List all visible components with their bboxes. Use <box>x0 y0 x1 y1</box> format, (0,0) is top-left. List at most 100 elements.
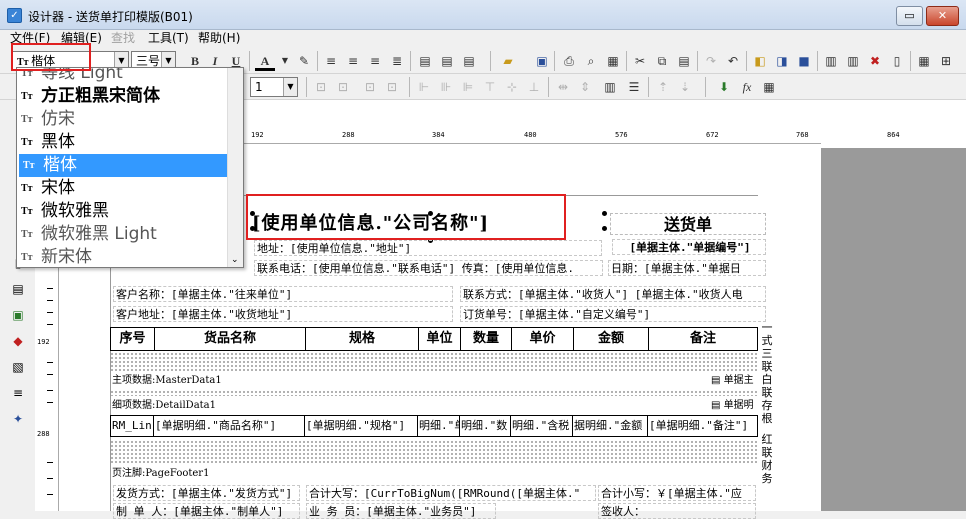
save-icon[interactable]: ▣ <box>532 51 552 71</box>
frame-icon[interactable]: ⊡ <box>382 77 402 97</box>
detail-cell[interactable]: 明细."含税 <box>511 415 573 437</box>
font-option-selected[interactable]: Tт 楷体 <box>19 154 229 177</box>
memo-tool-icon[interactable]: ▤ <box>9 280 27 298</box>
copy-icon[interactable]: ⧉ <box>652 51 672 71</box>
space-horiz-icon[interactable]: ⇹ <box>553 77 573 97</box>
detail-cell[interactable]: [单据明细."备注"] <box>648 415 758 437</box>
insert-field-icon[interactable]: ⬇ <box>714 77 734 97</box>
shape-tool-icon[interactable]: ◆ <box>9 332 27 350</box>
menu-help[interactable]: 帮助(H) <box>198 30 240 47</box>
maker-field[interactable]: 制 单 人：[单据主体."制单人"] <box>113 503 300 519</box>
salesman-field[interactable]: 业 务 员：[单据主体."业务员"] <box>306 503 496 519</box>
detail-cell[interactable]: RM_Lin <box>110 415 154 437</box>
highlight-pen-icon[interactable]: ✎ <box>294 51 314 71</box>
doc-number-field[interactable]: [单据主体."单据编号"] <box>612 239 766 255</box>
undo-icon[interactable]: ↶ <box>723 51 743 71</box>
delete-band-icon[interactable]: ✖ <box>865 51 885 71</box>
align-objects-left-icon[interactable]: ⊩ <box>414 77 434 97</box>
font-option[interactable]: Tт 新宋体 <box>17 246 227 267</box>
detail-cell[interactable]: 据明细."金额 <box>573 415 648 437</box>
bring-forward-icon[interactable]: ⇡ <box>653 77 673 97</box>
menu-tools[interactable]: 工具(T) <box>148 30 189 47</box>
align-right-icon[interactable]: ≡ <box>365 51 385 71</box>
align-left-icon[interactable]: ≡ <box>321 51 341 71</box>
barcode-tool-icon[interactable]: ✦ <box>9 410 27 428</box>
header-cell[interactable]: 金额 <box>574 328 649 350</box>
total-lower-field[interactable]: 合计小写：￥[单据主体."应 <box>598 485 756 501</box>
function-icon[interactable]: fx <box>737 77 757 97</box>
detail-cell[interactable]: [单据明细."商品名称"] <box>154 415 305 437</box>
print-preview-icon[interactable]: ⌕ <box>581 51 601 71</box>
document-title-field[interactable]: 送货单 <box>610 213 766 235</box>
align-justify-icon[interactable]: ≣ <box>387 51 407 71</box>
subreport-tool-icon[interactable]: ▧ <box>9 358 27 376</box>
font-option[interactable]: Tт 微软雅黑 Light <box>17 223 227 246</box>
valign-bottom-icon[interactable]: ▤ <box>459 51 479 71</box>
send-backward-icon[interactable]: ⇣ <box>675 77 695 97</box>
paste-icon[interactable]: ▤ <box>674 51 694 71</box>
picture-tool-icon[interactable]: ▣ <box>9 306 27 324</box>
master-band-label[interactable]: 主项数据:MasterData1 <box>112 374 222 388</box>
frame-icon[interactable]: ⊡ <box>360 77 380 97</box>
font-option[interactable]: Tт 黑体 <box>17 131 227 154</box>
header-cell[interactable]: 数量 <box>461 328 512 350</box>
header-cell[interactable]: 单位 <box>419 328 461 350</box>
line-width-arrow-icon[interactable]: ▼ <box>283 78 297 96</box>
align-objects-bottom-icon[interactable]: ⊥ <box>524 77 544 97</box>
footer-band-label[interactable]: 页注脚:PageFooter1 <box>112 467 209 481</box>
new-page-icon[interactable]: ▯ <box>887 51 907 71</box>
ship-method-field[interactable]: 发货方式：[单据主体."发货方式"] <box>113 485 300 501</box>
align-objects-top-icon[interactable]: ⊤ <box>480 77 500 97</box>
total-upper-field[interactable]: 合计大写：[CurrToBigNum([RMRound([单据主体." <box>306 485 596 501</box>
align-objects-middle-icon[interactable]: ⊹ <box>502 77 522 97</box>
close-button[interactable]: ✕ <box>926 6 959 26</box>
line-width-combo[interactable]: 1 ▼ <box>250 77 298 97</box>
frame-icon[interactable]: ⊡ <box>333 77 353 97</box>
selection-handle[interactable] <box>602 226 607 231</box>
font-dropdown-list[interactable]: Tт 等线 Light Tт 方正粗黑宋简体 Tт 仿宋 Tт 黑体 Tт 楷体 Tт 宋体… <box>16 67 244 268</box>
space-vert-icon[interactable]: ⇕ <box>575 77 595 97</box>
header-cell[interactable]: 序号 <box>111 328 155 350</box>
scroll-down-icon[interactable]: ⌄ <box>231 255 239 265</box>
same-height-icon[interactable]: ☰ <box>624 77 644 97</box>
color-arrow-icon[interactable]: ▼ <box>275 51 295 71</box>
address-field[interactable]: 地址：[使用单位信息."地址"] <box>254 240 602 256</box>
selection-handle[interactable] <box>602 211 607 216</box>
grid-icon[interactable]: ▦ <box>914 51 934 71</box>
signer-field[interactable]: 签收人： <box>598 503 756 519</box>
font-option[interactable]: Tт 微软雅黑 <box>17 200 227 223</box>
valign-top-icon[interactable]: ▤ <box>415 51 435 71</box>
align-center-icon[interactable]: ≡ <box>343 51 363 71</box>
send-back-icon[interactable]: ◨ <box>772 51 792 71</box>
date-field[interactable]: 日期：[单据主体."单据日 <box>608 260 766 276</box>
header-cell[interactable]: 备注 <box>649 328 757 350</box>
redo-icon[interactable]: ↷ <box>701 51 721 71</box>
detail-cell[interactable]: 明细."数 <box>460 415 511 437</box>
customer-address-field[interactable]: 客户地址：[单据主体."收货地址"] <box>113 306 453 322</box>
header-cell[interactable]: 单价 <box>512 328 574 350</box>
header-cell[interactable]: 规格 <box>306 328 419 350</box>
page-setup-icon[interactable]: ▦ <box>603 51 623 71</box>
font-option[interactable]: Tт 仿宋 <box>17 108 227 131</box>
same-width-icon[interactable]: ▥ <box>600 77 620 97</box>
font-option[interactable]: Tт 方正粗黑宋简体 <box>17 85 227 108</box>
edit-band-icon[interactable]: ▥ <box>843 51 863 71</box>
order-number-field[interactable]: 订货单号：[单据主体."自定义编号"] <box>460 306 766 322</box>
restore-button[interactable]: ▭ <box>896 6 923 26</box>
line-tool-icon[interactable]: ≡ <box>9 384 27 402</box>
header-cell[interactable]: 货品名称 <box>155 328 306 350</box>
insert-band-icon[interactable]: ▥ <box>821 51 841 71</box>
open-folder-icon[interactable]: ▰ <box>498 51 518 71</box>
customer-name-field[interactable]: 客户名称：[单据主体."往来单位"] <box>113 286 453 302</box>
valign-middle-icon[interactable]: ▤ <box>437 51 457 71</box>
align-objects-right-icon[interactable]: ⊫ <box>458 77 478 97</box>
group-icon[interactable]: ■ <box>794 51 814 71</box>
calculator-icon[interactable]: ▦ <box>759 77 779 97</box>
bring-front-icon[interactable]: ◧ <box>750 51 770 71</box>
menu-find[interactable]: 查找 <box>111 30 135 47</box>
phone-field[interactable]: 联系电话：[使用单位信息."联系电话"] 传真：[使用单位信息. <box>254 260 603 276</box>
font-color-button[interactable]: A <box>255 51 275 71</box>
dropdown-scrollbar[interactable]: ⌄ <box>227 68 243 267</box>
cut-icon[interactable]: ✂ <box>630 51 650 71</box>
align-grid-icon[interactable]: ⊞ <box>936 51 956 71</box>
